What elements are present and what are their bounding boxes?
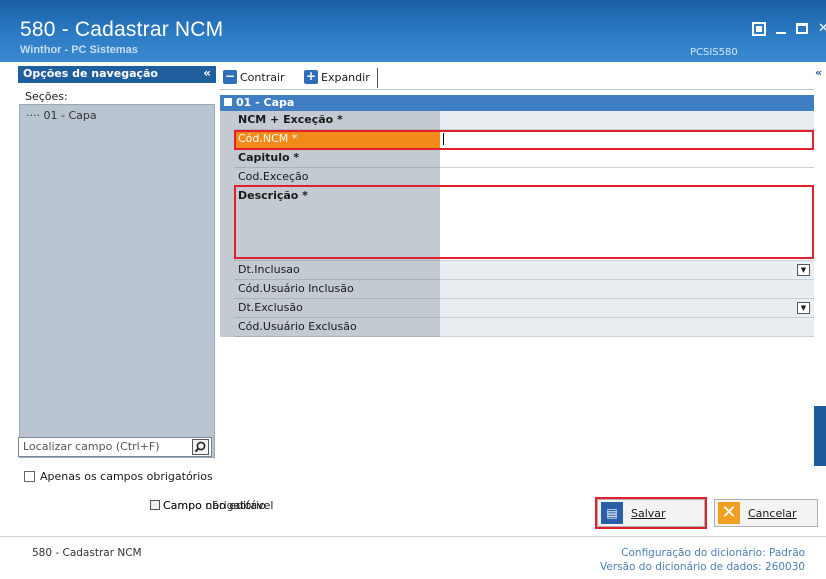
info-panel-strip[interactable]: « Informação	[792, 66, 826, 466]
cancel-x-icon: ✕	[718, 502, 740, 524]
toolbar: − Contrair + Expandir	[220, 66, 814, 90]
info-tab[interactable]	[814, 406, 826, 466]
section-header[interactable]: 01 - Capa	[220, 95, 814, 111]
status-routine: 580 - Cadastrar NCM	[32, 547, 142, 559]
legend-not-editable-label: Campo não editável	[163, 498, 274, 512]
sections-group: ···· 01 - Capa Seções:	[18, 90, 216, 460]
cod-usuario-exclusao-value	[440, 318, 814, 337]
search-icon[interactable]	[192, 439, 209, 455]
field-row: Dt.Inclusao ▼	[220, 261, 814, 280]
status-bar: 580 - Cadastrar NCM Configuração do dici…	[0, 536, 826, 579]
expand-info-icon[interactable]: «	[815, 66, 822, 79]
plus-icon: +	[304, 69, 318, 84]
save-label: Salvar	[631, 506, 666, 520]
field-label: NCM + Exceção *	[234, 111, 440, 130]
minus-icon: −	[223, 69, 237, 84]
collapse-panel-icon[interactable]: «	[203, 66, 211, 80]
dictionary-config: Configuração do dicionário: Padrão	[621, 547, 806, 559]
minimize-icon[interactable]	[776, 24, 786, 34]
tree-item-label: 01 - Capa	[43, 109, 97, 122]
field-row: Dt.Exclusão ▼	[220, 299, 814, 318]
field-label: Capitulo *	[234, 149, 440, 168]
dictionary-version: Versão do dicionário de dados: 260030	[600, 561, 806, 573]
dt-exclusao-value: ▼	[440, 299, 814, 318]
field-row: NCM + Exceção *	[220, 111, 814, 130]
expand-button[interactable]: + Expandir	[304, 70, 370, 84]
dt-inclusao-value: ▼	[440, 261, 814, 280]
close-icon[interactable]: ✕	[818, 22, 826, 36]
not-editable-swatch	[150, 500, 160, 510]
highlight-box	[234, 130, 814, 150]
field-row: Capitulo *	[220, 149, 814, 168]
field-row: Cód.Usuário Inclusão	[220, 280, 814, 299]
section-title: 01 - Capa	[236, 96, 295, 109]
dropdown-arrow-icon[interactable]: ▼	[797, 302, 810, 314]
floppy-disk-icon: ▤	[601, 502, 623, 524]
window-title: 580 - Cadastrar NCM	[20, 18, 224, 41]
title-bar: 580 - Cadastrar NCM Winthor - PC Sistema…	[0, 0, 826, 62]
navigation-header-label: Opções de navegação	[23, 67, 158, 80]
collapse-button[interactable]: − Contrair	[223, 70, 285, 84]
cod-usuario-inclusao-value	[440, 280, 814, 299]
required-only-option[interactable]: Apenas os campos obrigatórios	[24, 470, 213, 483]
cancel-button[interactable]: ✕ Cancelar	[714, 499, 818, 527]
field-label: Cód.Usuário Inclusão	[234, 280, 440, 299]
expand-label: Expandir	[321, 70, 370, 84]
info-tab-label: Informação	[792, 402, 803, 466]
required-only-checkbox[interactable]	[24, 471, 35, 482]
required-only-label: Apenas os campos obrigatórios	[40, 470, 213, 483]
save-button[interactable]: ▤ Salvar	[595, 497, 707, 529]
cancel-label: Cancelar	[748, 506, 797, 520]
navigation-header: Opções de navegação «	[18, 66, 216, 83]
field-label: Cód.Usuário Exclusão	[234, 318, 440, 337]
search-input[interactable]: Localizar campo (Ctrl+F)	[18, 437, 212, 457]
sections-label: Seções:	[23, 90, 70, 103]
ncm-excecao-value	[440, 111, 814, 130]
capitulo-input[interactable]	[440, 149, 814, 168]
maximize-icon[interactable]	[796, 23, 808, 34]
routine-code: PCSIS580	[690, 47, 738, 58]
window-controls: ✕	[752, 22, 826, 42]
status-dictionary: Configuração do dicionário: Padrão Versã…	[600, 546, 805, 574]
window-subtitle: Winthor - PC Sistemas	[20, 44, 138, 56]
collapse-label: Contrair	[240, 70, 285, 84]
dropdown-arrow-icon[interactable]: ▼	[797, 264, 810, 276]
collapse-section-icon[interactable]	[224, 98, 232, 106]
field-row: Cód.Usuário Exclusão	[220, 318, 814, 337]
sections-tree: ···· 01 - Capa	[19, 104, 215, 458]
tree-item-capa[interactable]: ···· 01 - Capa	[26, 109, 97, 122]
highlight-box	[234, 185, 814, 259]
navigation-panel: Opções de navegação « ···· 01 - Capa Seç…	[18, 66, 216, 466]
restore-icon[interactable]	[752, 22, 766, 36]
field-label: Dt.Inclusao	[234, 261, 440, 280]
toolbar-divider	[377, 68, 378, 88]
field-label: Dt.Exclusão	[234, 299, 440, 318]
